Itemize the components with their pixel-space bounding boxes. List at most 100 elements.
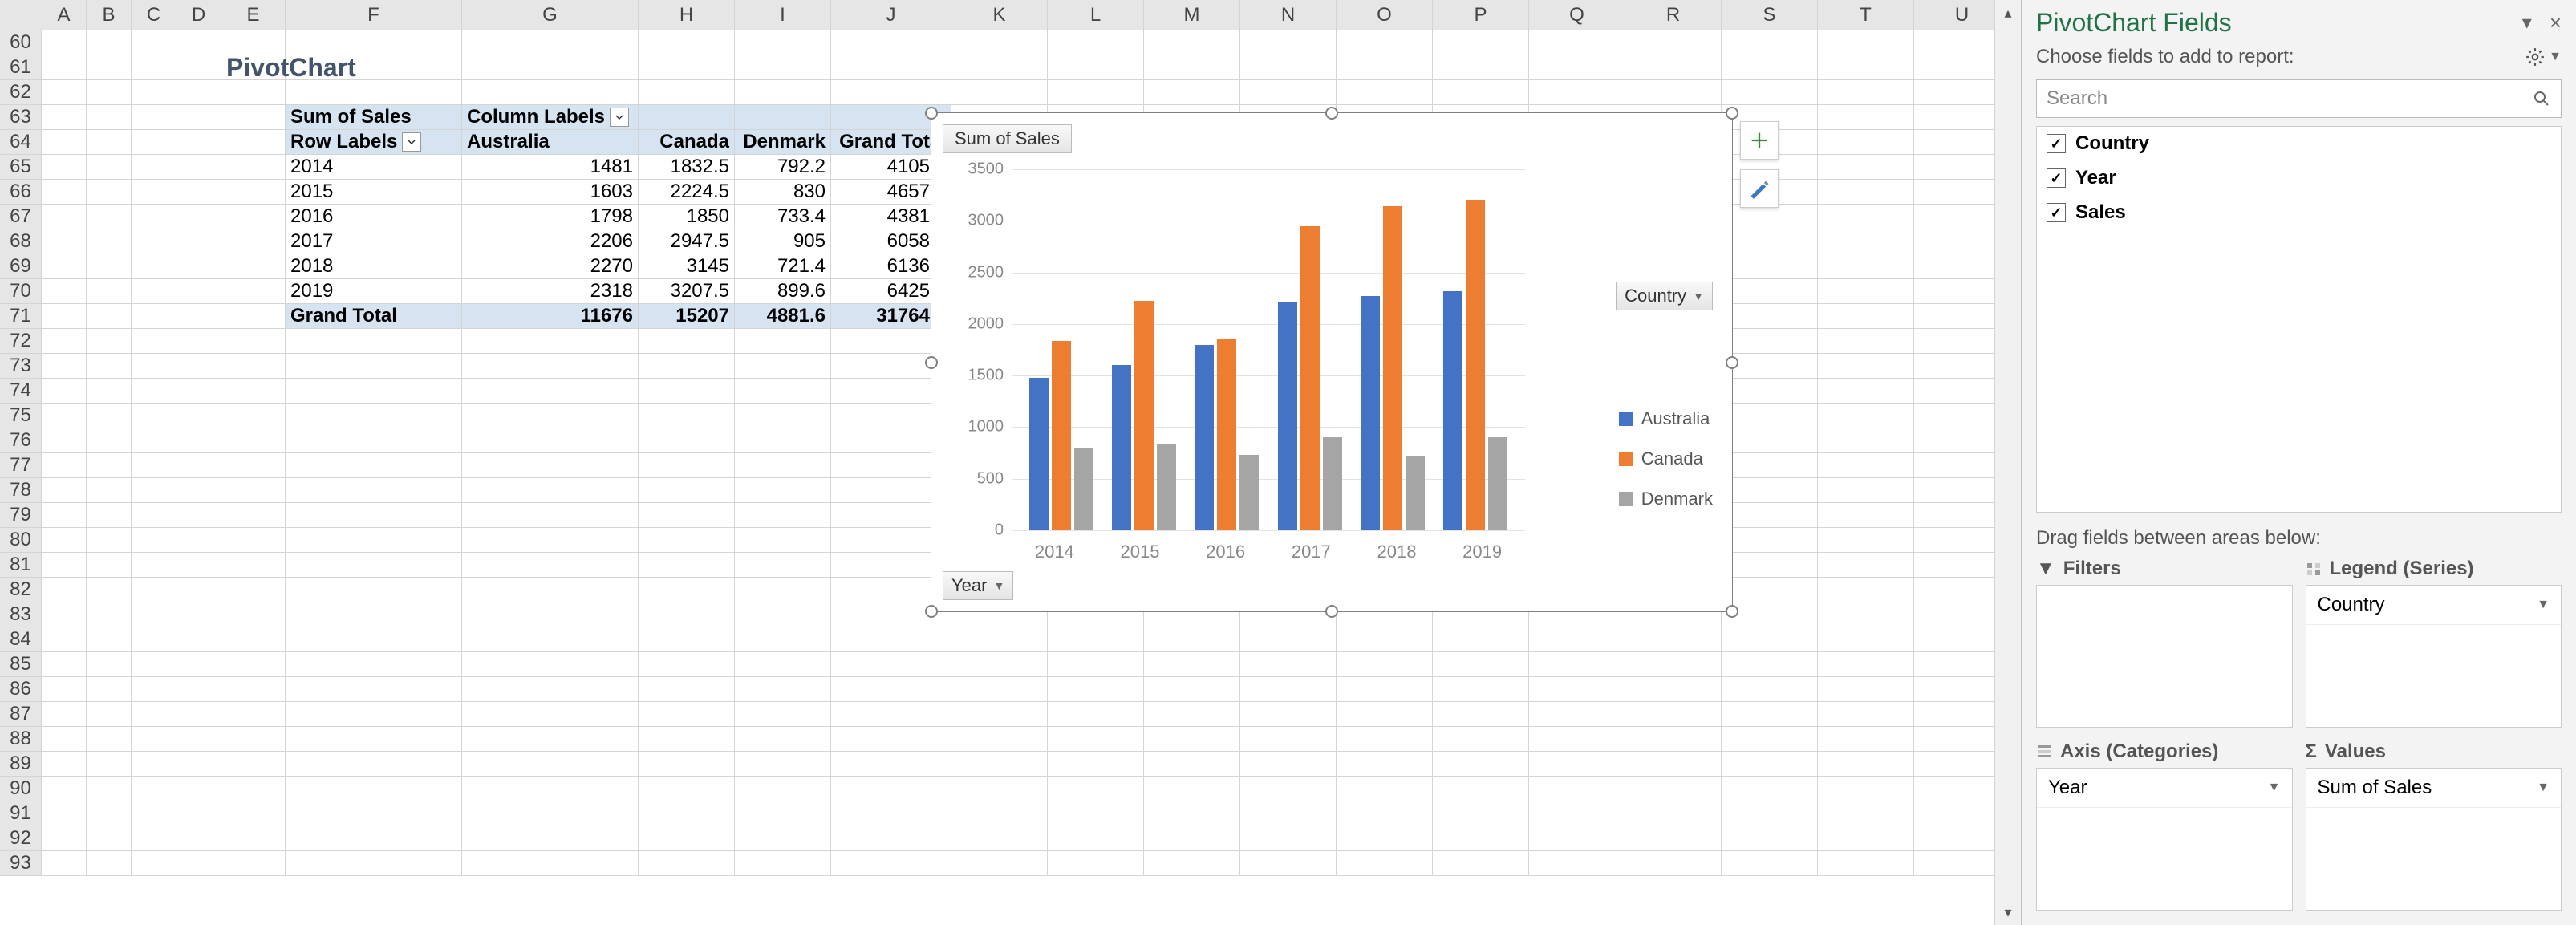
cell[interactable] xyxy=(1722,851,1818,875)
cell[interactable]: Canada xyxy=(639,130,735,154)
cell[interactable] xyxy=(1722,329,1818,353)
row-header[interactable]: 90 xyxy=(0,777,42,801)
cell[interactable] xyxy=(735,702,831,726)
cell[interactable] xyxy=(176,801,221,826)
cell[interactable] xyxy=(1625,627,1722,651)
cell[interactable] xyxy=(639,379,735,403)
bar[interactable] xyxy=(1323,437,1342,530)
cell[interactable] xyxy=(1240,627,1337,651)
cell[interactable] xyxy=(286,752,462,776)
column-header[interactable]: J xyxy=(831,0,951,30)
cell[interactable] xyxy=(42,80,87,104)
row-header[interactable]: 67 xyxy=(0,205,42,229)
cell[interactable] xyxy=(221,677,286,701)
cell[interactable] xyxy=(1240,30,1337,55)
cell[interactable] xyxy=(221,279,286,303)
cell[interactable] xyxy=(1337,826,1433,850)
cell[interactable] xyxy=(176,130,221,154)
cell[interactable] xyxy=(462,578,639,602)
cell[interactable] xyxy=(1529,826,1625,850)
cell[interactable] xyxy=(1722,801,1818,826)
cell[interactable] xyxy=(735,478,831,502)
cell[interactable] xyxy=(1240,826,1337,850)
cell[interactable] xyxy=(639,105,735,129)
cell[interactable] xyxy=(831,677,951,701)
cell[interactable] xyxy=(42,602,87,627)
cell[interactable] xyxy=(1818,553,1914,577)
cell[interactable] xyxy=(221,105,286,129)
cell[interactable] xyxy=(1240,801,1337,826)
chevron-down-icon[interactable]: ▼ xyxy=(2268,781,2281,795)
bar[interactable] xyxy=(1278,302,1297,530)
plot-area[interactable]: 0500100015002000250030003500201420152016… xyxy=(1012,169,1525,530)
row-header[interactable]: 89 xyxy=(0,752,42,776)
cell[interactable] xyxy=(87,702,132,726)
cell[interactable] xyxy=(176,652,221,676)
cell[interactable] xyxy=(132,801,176,826)
cell[interactable] xyxy=(87,229,132,254)
row-header[interactable]: 71 xyxy=(0,304,42,328)
cell[interactable] xyxy=(42,578,87,602)
cell[interactable] xyxy=(1529,727,1625,751)
resize-handle[interactable] xyxy=(1726,605,1738,618)
cell[interactable] xyxy=(951,677,1048,701)
cell[interactable] xyxy=(42,180,87,204)
cell[interactable] xyxy=(735,379,831,403)
cell[interactable]: 1603 xyxy=(462,180,639,204)
cell[interactable] xyxy=(1048,851,1144,875)
cell[interactable] xyxy=(87,130,132,154)
row-header[interactable]: 80 xyxy=(0,528,42,552)
cell[interactable] xyxy=(1240,652,1337,676)
cell[interactable]: 2014 xyxy=(286,155,462,179)
cell[interactable] xyxy=(1818,578,1914,602)
cell[interactable] xyxy=(1818,752,1914,776)
cell[interactable] xyxy=(176,354,221,378)
cell[interactable] xyxy=(1625,826,1722,850)
cell[interactable] xyxy=(1337,30,1433,55)
cell[interactable] xyxy=(42,677,87,701)
cell[interactable] xyxy=(951,752,1048,776)
cell[interactable] xyxy=(132,627,176,651)
cell[interactable] xyxy=(1048,727,1144,751)
cell[interactable] xyxy=(1048,55,1144,79)
row-header[interactable]: 64 xyxy=(0,130,42,154)
cell[interactable] xyxy=(1818,727,1914,751)
cell[interactable] xyxy=(132,180,176,204)
cell[interactable] xyxy=(87,826,132,850)
cell[interactable] xyxy=(639,428,735,452)
cell[interactable] xyxy=(1048,652,1144,676)
cell[interactable] xyxy=(1722,478,1818,502)
row-header[interactable]: 61 xyxy=(0,55,42,79)
column-header[interactable]: R xyxy=(1625,0,1722,30)
cell[interactable] xyxy=(221,453,286,477)
bar[interactable] xyxy=(1074,448,1093,530)
cell[interactable] xyxy=(951,80,1048,104)
cell[interactable] xyxy=(1818,205,1914,229)
cell[interactable] xyxy=(1818,677,1914,701)
cell[interactable] xyxy=(1048,826,1144,850)
cell[interactable] xyxy=(1722,80,1818,104)
cell[interactable] xyxy=(1818,254,1914,278)
cell[interactable] xyxy=(286,553,462,577)
cell[interactable] xyxy=(1240,80,1337,104)
cell[interactable] xyxy=(221,180,286,204)
cell[interactable] xyxy=(87,428,132,452)
cell[interactable]: 2016 xyxy=(286,205,462,229)
cell[interactable] xyxy=(221,528,286,552)
cell[interactable] xyxy=(132,428,176,452)
cell[interactable] xyxy=(221,826,286,850)
cell[interactable] xyxy=(735,503,831,527)
cell[interactable] xyxy=(1529,80,1625,104)
cell[interactable] xyxy=(132,652,176,676)
cell[interactable]: Grand Total xyxy=(286,304,462,328)
cell[interactable] xyxy=(1722,528,1818,552)
cell[interactable] xyxy=(221,80,286,104)
column-header[interactable]: Q xyxy=(1529,0,1625,30)
cell[interactable] xyxy=(176,602,221,627)
cell[interactable] xyxy=(1144,677,1240,701)
cell[interactable] xyxy=(132,80,176,104)
cell[interactable] xyxy=(1818,777,1914,801)
cell[interactable] xyxy=(1722,55,1818,79)
cell[interactable] xyxy=(87,304,132,328)
cell[interactable] xyxy=(1818,105,1914,129)
